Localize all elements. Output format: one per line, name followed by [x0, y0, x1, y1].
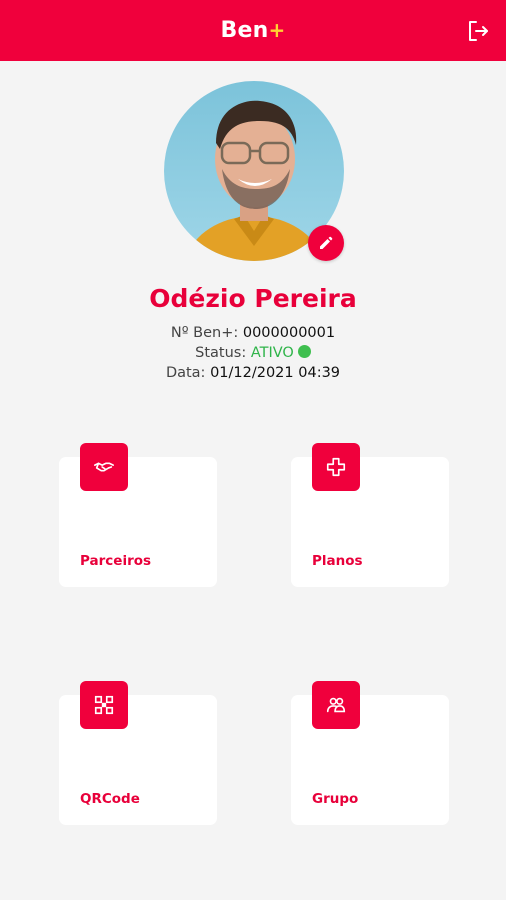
plus-icon[interactable]: [312, 443, 360, 491]
menu-card-label: Planos: [312, 553, 363, 569]
logo-text: Ben: [220, 18, 269, 43]
qrcode-icon[interactable]: [80, 681, 128, 729]
status-label: Status:: [195, 345, 247, 361]
menu-card-label: Parceiros: [80, 553, 152, 569]
logout-icon: [469, 21, 488, 41]
status-line: Status: ATIVO: [0, 345, 506, 361]
logo-plus: +: [268, 18, 286, 42]
group-icon[interactable]: [312, 681, 360, 729]
handshake-icon[interactable]: [80, 443, 128, 491]
profile-name: Odézio Pereira: [149, 284, 357, 313]
pencil-icon: [320, 236, 333, 249]
date-line: Data: 01/12/2021 04:39: [0, 365, 506, 381]
member-number-label: Nº Ben+:: [170, 325, 239, 341]
menu-card-label: QRCode: [80, 791, 140, 807]
profile-avatar-container: [164, 81, 344, 261]
status-value: ATIVO: [250, 345, 294, 361]
app-header: Ben+: [0, 0, 506, 61]
edit-avatar-button[interactable]: [308, 225, 344, 261]
date-label: Data:: [165, 365, 206, 381]
menu-card-label: Grupo: [312, 791, 359, 807]
status-dot-icon: [297, 345, 311, 358]
date-value: 01/12/2021 04:39: [210, 365, 341, 381]
app-logo: Ben+: [221, 18, 286, 43]
member-number-value: 0000000001: [242, 325, 336, 341]
member-number-line: Nº Ben+: 0000000001: [0, 325, 506, 341]
logout-button[interactable]: [466, 19, 490, 43]
